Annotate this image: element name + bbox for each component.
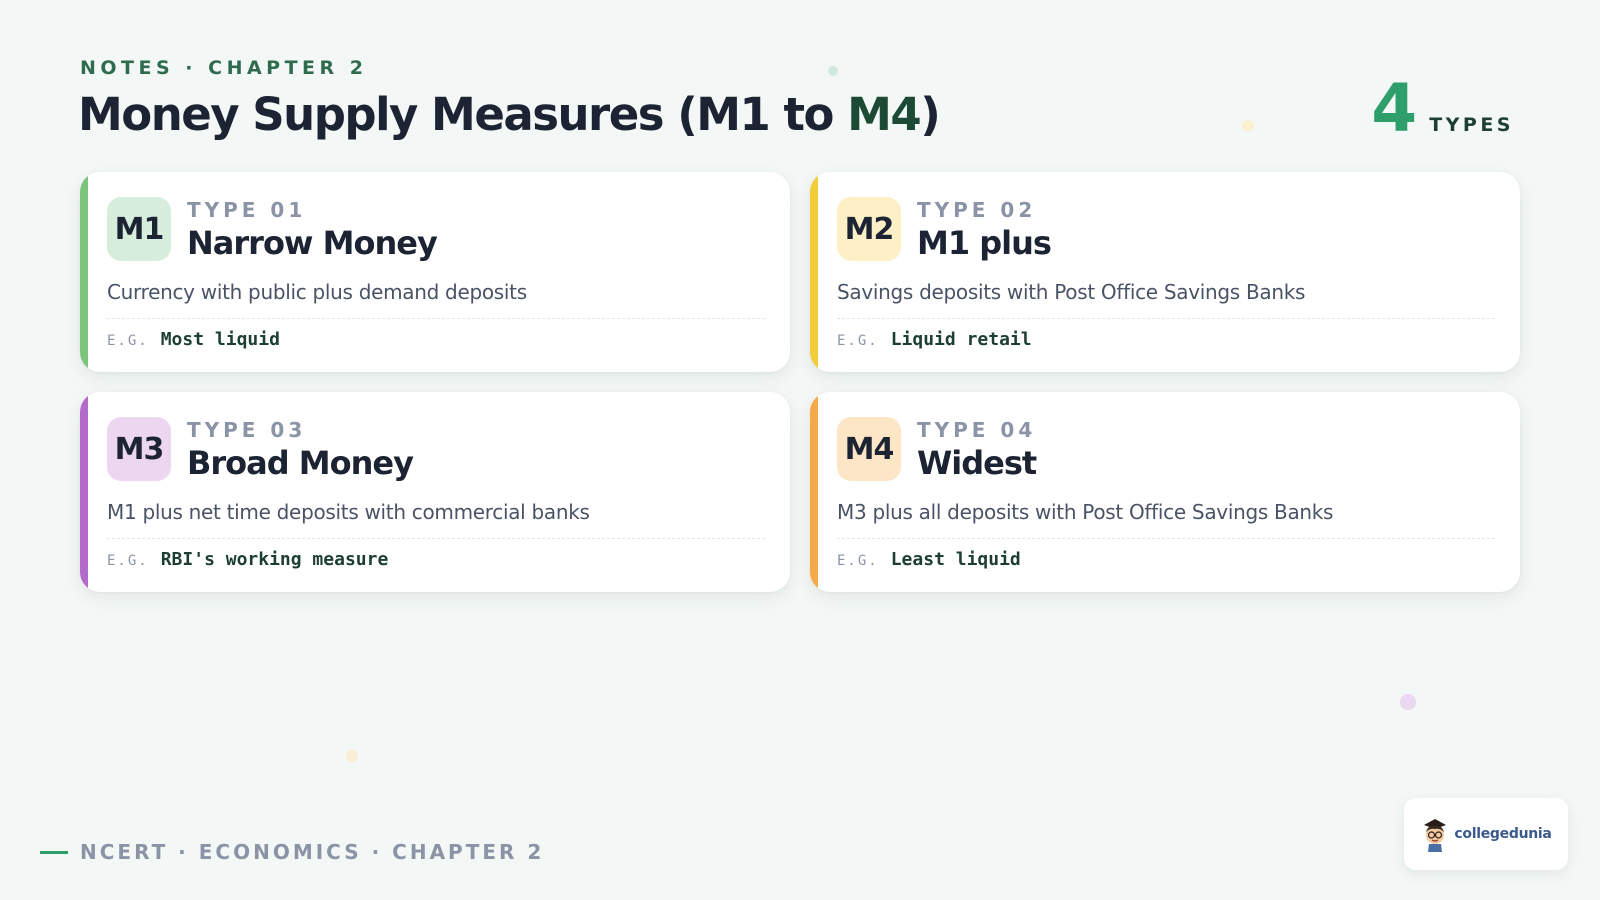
card-m1: M1 TYPE 01 Narrow Money Currency with pu… [80, 172, 790, 372]
card-type-label: TYPE 03 [187, 418, 307, 442]
logo-brand-text: collegedunia [1454, 826, 1552, 842]
card-description: M3 plus all deposits with Post Office Sa… [837, 500, 1334, 524]
card-example: E.G. Liquid retail [837, 329, 1494, 350]
type-count: 4 TYPES [1371, 76, 1514, 142]
card-accent-bar [810, 172, 818, 372]
card-divider [837, 538, 1495, 539]
card-accent-bar [810, 392, 818, 592]
card-type-label: TYPE 04 [917, 418, 1037, 442]
card-name: M1 plus [917, 224, 1052, 262]
card-m2: M2 TYPE 02 M1 plus Savings deposits with… [810, 172, 1520, 372]
card-description: Savings deposits with Post Office Saving… [837, 280, 1306, 304]
student-mascot-icon [1424, 819, 1447, 852]
type-count-label: TYPES [1429, 114, 1514, 136]
card-heading: TYPE 01 Narrow Money [187, 197, 438, 262]
title-main: Money Supply Measures (M1 to [78, 88, 848, 141]
card-divider [837, 318, 1495, 319]
page-footer: NCERT · ECONOMICS · CHAPTER 2 [40, 840, 544, 864]
card-badge: M3 [107, 417, 171, 481]
card-divider [107, 538, 765, 539]
card-example-label: E.G. [107, 553, 149, 569]
decorative-dot [346, 750, 358, 762]
card-header: M4 TYPE 04 Widest [837, 417, 1494, 482]
card-name: Widest [917, 444, 1037, 482]
card-heading: TYPE 04 Widest [917, 417, 1037, 482]
card-header: M2 TYPE 02 M1 plus [837, 197, 1494, 262]
title-close: ) [920, 88, 941, 141]
card-grid: M1 TYPE 01 Narrow Money Currency with pu… [80, 172, 1520, 592]
card-example-value: RBI's working measure [160, 549, 389, 570]
decorative-dot [1400, 694, 1416, 710]
card-example-value: Most liquid [160, 329, 280, 350]
card-accent-bar [80, 392, 88, 592]
card-badge: M2 [837, 197, 901, 261]
collegedunia-logo[interactable]: collegedunia [1404, 798, 1568, 870]
card-divider [107, 318, 765, 319]
card-description: M1 plus net time deposits with commercia… [107, 500, 590, 524]
card-badge: M4 [837, 417, 901, 481]
card-type-label: TYPE 02 [917, 198, 1037, 222]
card-type-label: TYPE 01 [187, 198, 307, 222]
decorative-dot [1242, 120, 1254, 132]
card-header: M1 TYPE 01 Narrow Money [107, 197, 764, 262]
card-heading: TYPE 02 M1 plus [917, 197, 1052, 262]
type-count-value: 4 [1371, 70, 1418, 147]
card-name: Broad Money [187, 444, 414, 482]
card-description: Currency with public plus demand deposit… [107, 280, 527, 304]
card-heading: TYPE 03 Broad Money [187, 417, 414, 482]
footer-text: NCERT · ECONOMICS · CHAPTER 2 [80, 840, 545, 864]
card-example-label: E.G. [837, 553, 879, 569]
card-badge: M1 [107, 197, 171, 261]
card-m3: M3 TYPE 03 Broad Money M1 plus net time … [80, 392, 790, 592]
card-example: E.G. RBI's working measure [107, 549, 764, 570]
footer-accent-line [40, 850, 68, 854]
card-example: E.G. Least liquid [837, 549, 1494, 570]
title-accent: M4 [847, 88, 922, 141]
page-title: Money Supply Measures (M1 to M4) [78, 88, 941, 141]
card-name: Narrow Money [187, 224, 438, 262]
card-example: E.G. Most liquid [107, 329, 764, 350]
card-accent-bar [80, 172, 88, 372]
card-example-value: Least liquid [890, 549, 1021, 570]
card-m4: M4 TYPE 04 Widest M3 plus all deposits w… [810, 392, 1520, 592]
decorative-dot [828, 66, 838, 76]
page-kicker: NOTES · CHAPTER 2 [80, 57, 368, 79]
card-example-label: E.G. [107, 333, 149, 349]
card-example-value: Liquid retail [890, 329, 1032, 350]
card-example-label: E.G. [837, 333, 879, 349]
card-header: M3 TYPE 03 Broad Money [107, 417, 764, 482]
